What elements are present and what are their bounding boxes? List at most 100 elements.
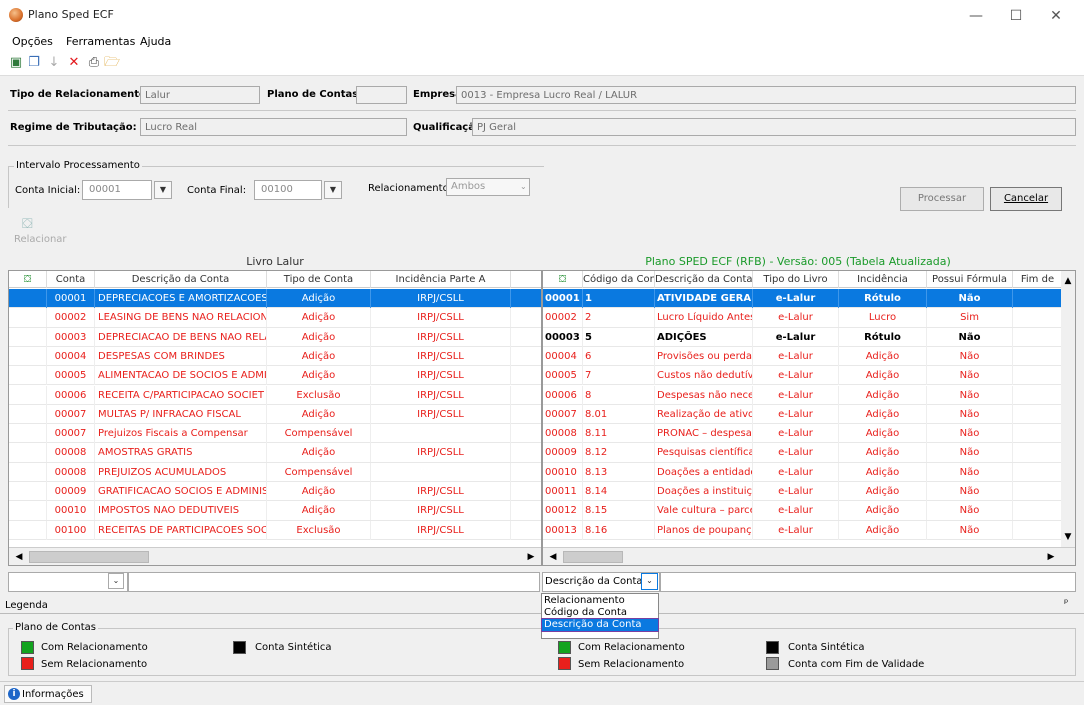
left-hscrollbar[interactable]: ◀ ▶ (9, 547, 541, 565)
scroll-right-icon[interactable]: ▶ (1043, 549, 1059, 565)
cell-descricao: ATIVIDADE GERA (655, 289, 753, 308)
col-fim[interactable]: Fim de (1013, 271, 1063, 288)
cell-descricao: Planos de poupança (655, 520, 753, 540)
cell-codigo: 8.13 (583, 462, 655, 482)
cell-tipo-livro: e-Lalur (753, 462, 839, 482)
option-descricao[interactable]: Descrição da Conta (541, 618, 659, 632)
table-row[interactable]: 00001 DEPRECIACOES E AMORTIZACOES : Adição… (9, 289, 541, 309)
right-vscrollbar[interactable]: ▲ ▼ (1061, 271, 1075, 547)
print-icon[interactable]: ⎙ (86, 55, 102, 71)
folder-icon[interactable]: 🗁 (104, 55, 120, 71)
edit-icon[interactable]: ▣ (8, 55, 24, 71)
table-row[interactable]: 00011 8.14 Doações a instituiçõ e-Lalur Adiç… (543, 482, 1063, 502)
table-row[interactable]: 00010 8.13 Doações a entidade e-Lalur Adição… (543, 462, 1063, 482)
black-swatch (766, 641, 779, 654)
relacionar-icon: ⛋ (22, 216, 33, 232)
table-row[interactable]: 00004 6 Provisões ou perdas e-Lalur Adição Nã… (543, 346, 1063, 367)
qualificacao-field: PJ Geral (472, 118, 1076, 136)
chevron-down-icon[interactable]: ⌄ (641, 573, 658, 590)
scroll-thumb[interactable] (563, 551, 623, 563)
informacoes-tab[interactable]: i Informações (4, 685, 92, 703)
chevron-down-icon[interactable]: ⌄ (108, 573, 124, 589)
row-indicator (9, 462, 47, 482)
table-row[interactable]: 00007 8.01 Realização de ativos e-Lalur Adiç… (543, 404, 1063, 425)
relacionamento-select[interactable]: Ambos (446, 178, 530, 196)
table-row[interactable]: 00009 8.12 Pesquisas científicas e-Lalur Adi… (543, 443, 1063, 463)
col-descricao[interactable]: Descrição da Conta (95, 271, 267, 288)
menu-ferramentas[interactable]: Ferramentas (66, 35, 135, 48)
copy-icon[interactable]: ❐ (26, 55, 42, 71)
cancelar-button[interactable]: Cancelar (990, 187, 1062, 211)
option-codigo[interactable]: Código da Conta (542, 607, 658, 619)
col-codigo[interactable]: Código da Conta (583, 271, 655, 288)
option-relacionamento[interactable]: Relacionamento (542, 595, 658, 607)
table-row[interactable]: 00001 1 ATIVIDADE GERA e-Lalur Rótulo Não (543, 289, 1063, 309)
row-indicator (9, 327, 47, 347)
menu-ajuda[interactable]: Ajuda (140, 35, 171, 48)
scroll-right-icon[interactable]: ▶ (523, 549, 539, 565)
scroll-thumb[interactable] (29, 551, 149, 563)
scroll-left-icon[interactable]: ◀ (11, 549, 27, 565)
status-bar: i Informações (0, 681, 1084, 705)
cell-tipo: Adição (267, 327, 371, 347)
table-row[interactable]: 00008 8.11 PRONAC – despesa e-Lalur Adição Nã… (543, 424, 1063, 444)
table-row[interactable]: 00007 MULTAS P/ INFRACAO FISCAL Adição IRPJ… (9, 404, 541, 425)
plano-contas-field (356, 86, 407, 104)
table-row[interactable]: 00004 DESPESAS COM BRINDES Adição IRPJ/CSLL (9, 346, 541, 367)
col-conta[interactable]: Conta (47, 271, 95, 288)
cell-descricao: DEPRECIACOES E AMORTIZACOES : (95, 289, 267, 308)
relacionar-button[interactable]: Relacionar (14, 234, 67, 245)
grid-tool-icon[interactable]: ⛋ (9, 271, 47, 288)
table-row[interactable]: 00013 8.16 Planos de poupança e-Lalur Adição… (543, 520, 1063, 540)
table-row[interactable]: 00005 ALIMENTACAO DE SOCIOS E ADMIN Adição… (9, 366, 541, 386)
delete-icon[interactable]: ✕ (66, 55, 82, 71)
plano-contas-label: Plano de Contas: (267, 89, 363, 100)
maximize-button[interactable]: ☐ (996, 4, 1036, 28)
cell-descricao: RECEITA C/PARTICIPACAO SOCIET (95, 385, 267, 405)
table-row[interactable]: 00010 IMPOSTOS NAO DEDUTIVEIS Adição IRPJ/C… (9, 501, 541, 521)
grid-tool-icon[interactable]: ⛋ (543, 271, 583, 288)
search-options-list: Relacionamento Código da Conta Descrição… (541, 593, 659, 639)
chevron-down-icon[interactable]: ▼ (324, 181, 342, 199)
download-icon[interactable]: ↓ (46, 55, 62, 71)
left-search-input[interactable] (128, 572, 540, 592)
menu-opcoes[interactable]: Opções (12, 35, 53, 48)
row-indicator (9, 366, 47, 386)
table-row[interactable]: 00100 RECEITAS DE PARTICIPACOES SOC Exclus… (9, 520, 541, 540)
chevron-down-icon[interactable]: ▼ (154, 181, 172, 199)
col-formula[interactable]: Possui Fórmula (927, 271, 1013, 288)
right-search-input[interactable] (660, 572, 1076, 592)
close-button[interactable]: ✕ (1036, 4, 1076, 28)
conta-inicial-input[interactable]: 00001 (82, 180, 152, 200)
cell-tipo-livro: e-Lalur (753, 424, 839, 444)
table-row[interactable]: 00007 Prejuizos Fiscais a Compensar Compen… (9, 424, 541, 444)
table-row[interactable]: 00012 8.15 Vale cultura – parce e-Lalur Adiç… (543, 501, 1063, 521)
scroll-up-icon[interactable]: ▲ (1061, 273, 1075, 289)
table-row[interactable]: 00005 7 Custos não dedutíve e-Lalur Adição Nã… (543, 366, 1063, 386)
table-row[interactable]: 00002 LEASING DE BENS NAO RELACIONAI Adiçã… (9, 308, 541, 328)
cell-codigo: 5 (583, 327, 655, 347)
minimize-button[interactable]: — (956, 4, 996, 28)
col-incidencia[interactable]: Incidência (839, 271, 927, 288)
table-row[interactable]: 00009 GRATIFICACAO SOCIOS E ADMINIS Adição… (9, 482, 541, 502)
conta-final-input[interactable]: 00100 (254, 180, 322, 200)
processar-button[interactable]: Processar (900, 187, 984, 211)
cell-tipo-livro: e-Lalur (753, 346, 839, 366)
table-row[interactable]: 00003 5 ADIÇÕES e-Lalur Rótulo Não (543, 327, 1063, 347)
table-row[interactable]: 00006 RECEITA C/PARTICIPACAO SOCIET Exclus… (9, 385, 541, 405)
cell-conta: 00002 (47, 308, 95, 328)
table-row[interactable]: 00002 2 Lucro Líquido Antes e-Lalur Lucro Sim (543, 308, 1063, 328)
pin-icon[interactable]: ᵖ (1064, 598, 1068, 609)
table-row[interactable]: 00006 8 Despesas não neces e-Lalur Adição Não (543, 385, 1063, 405)
table-row[interactable]: 00003 DEPRECIACAO DE BENS NAO RELAC Adição… (9, 327, 541, 347)
scroll-left-icon[interactable]: ◀ (545, 549, 561, 565)
col-incidencia[interactable]: Incidência Parte A (371, 271, 511, 288)
right-hscrollbar[interactable]: ◀ ▶ (543, 547, 1075, 565)
table-row[interactable]: 00008 PREJUIZOS ACUMULADOS Compensável (9, 462, 541, 482)
col-tipo-livro[interactable]: Tipo do Livro (753, 271, 839, 288)
scroll-down-icon[interactable]: ▼ (1061, 529, 1075, 545)
col-tipo[interactable]: Tipo de Conta (267, 271, 371, 288)
table-row[interactable]: 00008 AMOSTRAS GRATIS Adição IRPJ/CSLL (9, 443, 541, 463)
col-descricao[interactable]: Descrição da Conta (655, 271, 753, 288)
fim-validade-label: Conta com Fim de Validade (788, 659, 925, 670)
